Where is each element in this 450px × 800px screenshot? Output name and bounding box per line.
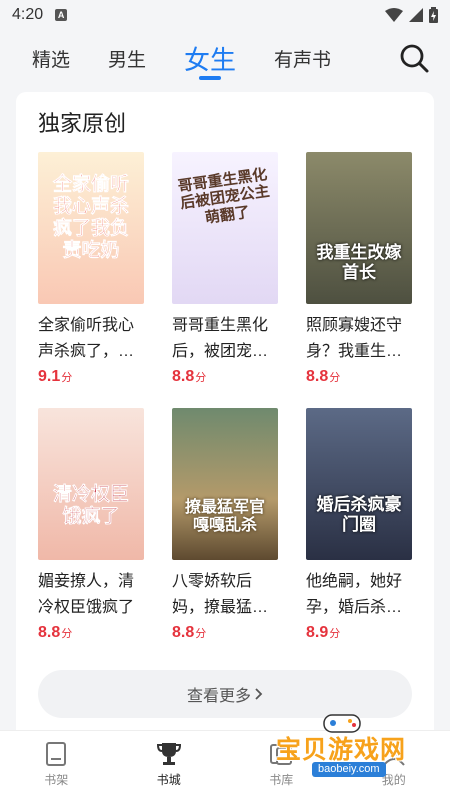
cover-title: 我重生改嫁首长 [316,243,402,283]
notification-icon: A [55,9,68,21]
tab-male[interactable]: 男生 [108,30,146,86]
cover-title: 撩最猛军官嘎嘎乱杀 [184,497,265,535]
trophy-icon [156,743,181,765]
book-score: 9.1分 [38,368,73,385]
cover-title: 哥哥重生黑化后被团宠公主萌翻了 [176,164,271,227]
nav-bookshelf[interactable]: 书架 [0,731,113,800]
book-score: 8.8分 [172,624,207,641]
cover-title: 全家偷听我心声杀疯了我负责吃奶 [52,173,130,261]
book-title: 全家偷听我心声杀疯了，我负责吃奶 [38,317,135,360]
book-cover[interactable]: 我重生改嫁首长 [306,152,412,304]
tab-featured[interactable]: 精选 [32,30,70,86]
wifi-icon [385,8,403,22]
book-score: 8.8分 [38,624,73,641]
book-cover[interactable]: 哥哥重生黑化后被团宠公主萌翻了 [172,152,278,304]
book-title: 媚妾撩人，清冷权臣饿疯了 [38,573,135,616]
chevron-right-icon [255,688,263,700]
status-icons [385,7,438,23]
section-title: 独家原创 [38,111,127,136]
book-item[interactable]: 清冷权臣饿疯了 媚妾撩人，清冷权臣饿疯了 8.8分 [38,408,146,642]
tab-audiobook[interactable]: 有声书 [274,30,331,86]
book-cover[interactable]: 婚后杀疯豪门圈 [306,408,412,560]
status-time: 4:20 [12,6,44,23]
cover-title: 清冷权臣饿疯了 [52,483,129,527]
book-score: 8.8分 [172,368,207,385]
book-item[interactable]: 婚后杀疯豪门圈 他绝嗣，她好孕，婚后杀疯豪门圈 8.9分 [306,408,414,642]
book-title: 哥哥重生黑化后，被团宠公主萌翻了 [172,317,269,360]
view-more-button[interactable]: 查看更多 [38,670,412,718]
site-watermark: 宝贝游戏网 baobeiy.com [268,712,420,780]
book-title: 八零娇软后妈，撩最猛军官嘎嘎乱杀 [172,573,269,616]
nav-bookstore[interactable]: 书城 [113,731,226,800]
view-more-label: 查看更多 [186,688,251,705]
book-title: 他绝嗣，她好孕，婚后杀疯豪门圈 [306,573,403,616]
signal-icon [409,8,423,22]
battery-icon [429,7,438,23]
book-item[interactable]: 我重生改嫁首长 照顾寡嫂还守身？我重生改嫁首长 8.8分 [306,152,414,386]
category-tabs: 精选 男生 女生 有声书 [0,30,450,86]
cover-title: 婚后杀疯豪门圈 [316,495,402,535]
book-item[interactable]: 全家偷听我心声杀疯了我负责吃奶 全家偷听我心声杀疯了，我负责吃奶 9.1分 [38,152,146,386]
tab-female[interactable]: 女生 [184,30,236,86]
book-item[interactable]: 哥哥重生黑化后被团宠公主萌翻了 哥哥重生黑化后，被团宠公主萌翻了 8.8分 [172,152,280,386]
watermark-url: baobeiy.com [312,762,386,777]
nav-label: 书城 [156,773,181,787]
search-icon[interactable] [398,42,430,74]
exclusive-section-card: 独家原创 全家偷听我心声杀疯了我负责吃奶 全家偷听我心声杀疯了，我负责吃奶 9.… [16,92,434,752]
book-cover[interactable]: 全家偷听我心声杀疯了我负责吃奶 [38,152,144,304]
status-bar: 4:20 A [0,0,450,30]
bookshelf-icon [46,742,67,766]
nav-label: 书架 [44,773,69,787]
book-score: 8.8分 [306,368,341,385]
book-cover[interactable]: 清冷权臣饿疯了 [38,408,144,560]
book-title: 照顾寡嫂还守身？我重生改嫁首长 [306,317,403,360]
book-cover[interactable]: 撩最猛军官嘎嘎乱杀 [172,408,278,560]
book-item[interactable]: 撩最猛军官嘎嘎乱杀 八零娇软后妈，撩最猛军官嘎嘎乱杀 8.8分 [172,408,280,642]
book-score: 8.9分 [306,624,341,641]
watermark-text: 宝贝游戏网 [276,735,407,764]
